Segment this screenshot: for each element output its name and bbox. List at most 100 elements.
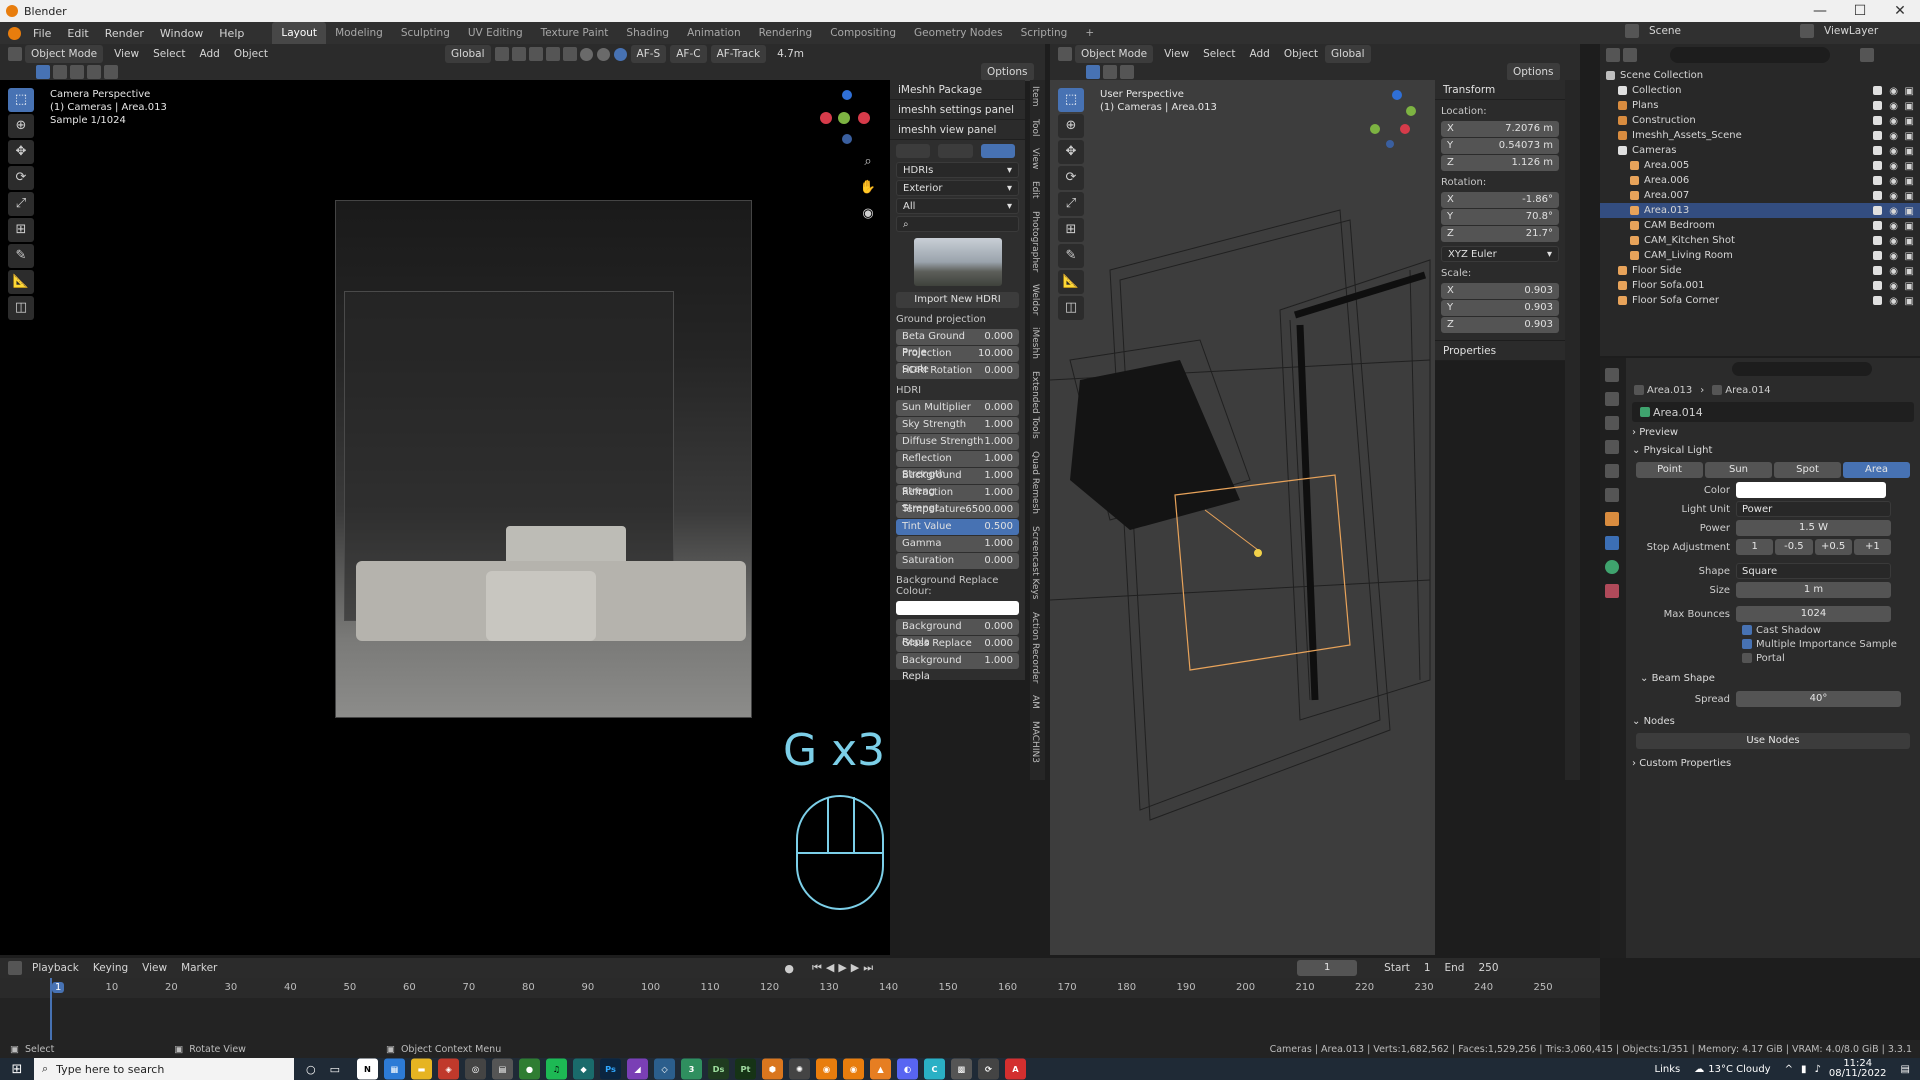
zoom-icon[interactable]: ⌕ <box>855 150 881 174</box>
pivot-icon[interactable] <box>494 47 509 61</box>
start-field[interactable]: 1 <box>1417 962 1438 974</box>
exclude-checkbox[interactable] <box>1873 161 1882 170</box>
exclude-checkbox[interactable] <box>1873 221 1882 230</box>
sidebar-tab-item[interactable]: Item <box>1030 80 1040 113</box>
outliner-row[interactable]: Floor Sofa.001 ◉ ▣ <box>1600 278 1920 293</box>
editor-type-icon[interactable] <box>8 47 22 61</box>
right-menu-add[interactable]: Add <box>1242 48 1276 60</box>
visibility-eye-icon[interactable]: ◉ <box>1889 204 1898 219</box>
maximize-button[interactable]: ☐ <box>1840 0 1880 22</box>
outliner-filter-icon[interactable] <box>1860 48 1874 62</box>
right-select-box-icon[interactable] <box>1086 65 1100 79</box>
imeshh-field[interactable]: Saturation 0.000 <box>896 553 1019 569</box>
workspace-tab-animation[interactable]: Animation <box>678 22 750 44</box>
taskbar-davinci-icon[interactable]: Ds <box>708 1058 730 1080</box>
right-menu-select[interactable]: Select <box>1196 48 1242 60</box>
menu-render[interactable]: Render <box>97 27 152 40</box>
select-subtract-icon[interactable] <box>70 65 84 79</box>
outliner-row[interactable]: Floor Sofa Corner ◉ ▣ <box>1600 293 1920 308</box>
size-field[interactable]: 1 m <box>1736 582 1891 598</box>
outliner-row[interactable]: Area.006 ◉ ▣ <box>1600 173 1920 188</box>
exclude-checkbox[interactable] <box>1873 206 1882 215</box>
sidebar-tab-edit[interactable]: Edit <box>1030 175 1040 204</box>
tool-props-icon[interactable] <box>1605 368 1619 382</box>
left-menu-add[interactable]: Add <box>192 48 226 60</box>
light-color-swatch[interactable] <box>1736 482 1886 498</box>
sidebar-tab-tool[interactable]: Tool <box>1030 113 1040 142</box>
shape-dropdown[interactable]: Square <box>1736 563 1891 579</box>
pan-icon[interactable]: ✋ <box>855 176 881 200</box>
taskbar-spotify-icon[interactable]: ♫ <box>546 1058 568 1080</box>
left-options-dropdown[interactable]: Options <box>981 63 1034 81</box>
taskbar-blender-2-icon[interactable]: ◉ <box>843 1058 865 1080</box>
workspace-tab-scripting[interactable]: Scripting <box>1012 22 1077 44</box>
imeshh-view-panel[interactable]: imeshh view panel <box>890 120 1025 140</box>
timeline-menu-marker[interactable]: Marker <box>174 962 224 974</box>
render-camera-icon[interactable]: ▣ <box>1905 174 1914 189</box>
sidebar-tab-am[interactable]: AM <box>1030 689 1040 715</box>
imeshh-package-panel[interactable]: iMeshh Package <box>890 80 1025 100</box>
stop-button[interactable]: +0.5 <box>1814 539 1852 555</box>
xray-icon[interactable] <box>562 47 577 61</box>
workspace-tab--[interactable]: + <box>1076 22 1103 44</box>
imeshh-field[interactable]: HDRI Rotation 0.000 <box>896 363 1019 379</box>
taskbar-app-red-icon[interactable]: ◈ <box>438 1058 460 1080</box>
light-data-props-icon[interactable] <box>1605 560 1619 574</box>
sidebar-tab-machin3[interactable]: MACHIN3 <box>1030 715 1040 769</box>
mis-checkbox[interactable]: Multiple Importance Sample <box>1742 639 1920 650</box>
weather-widget[interactable]: 13°C Cloudy <box>1708 1064 1770 1075</box>
minimize-button[interactable]: — <box>1800 0 1840 22</box>
hdri-thumbnail[interactable] <box>913 238 1002 286</box>
render-camera-icon[interactable]: ▣ <box>1905 129 1914 144</box>
visibility-eye-icon[interactable]: ◉ <box>1889 159 1898 174</box>
visibility-eye-icon[interactable]: ◉ <box>1889 249 1898 264</box>
light-type-spot[interactable]: Spot <box>1774 462 1841 478</box>
view-layer-props-icon[interactable] <box>1605 440 1619 454</box>
light-type-point[interactable]: Point <box>1636 462 1703 478</box>
timeline-menu-keying[interactable]: Keying <box>86 962 135 974</box>
annotate-tool-icon[interactable]: ✎ <box>8 244 34 268</box>
taskbar-app-gear-icon[interactable]: ✺ <box>789 1058 811 1080</box>
cursor-tool-icon[interactable]: ⊕ <box>8 114 34 138</box>
outliner-row[interactable]: Imeshh_Assets_Scene ◉ ▣ <box>1600 128 1920 143</box>
outliner-row[interactable]: Floor Side ◉ ▣ <box>1600 263 1920 278</box>
datablock-name[interactable]: Area.014 <box>1653 406 1703 419</box>
visibility-eye-icon[interactable]: ◉ <box>1889 219 1898 234</box>
render-camera-icon[interactable]: ▣ <box>1905 144 1914 159</box>
timeline[interactable]: 1 10 20 30 40 50 60 70 80 90 100 110 120 130 140 150 160… <box>0 978 1600 1040</box>
texture-props-icon[interactable] <box>1605 584 1619 598</box>
world-props-icon[interactable] <box>1605 488 1619 502</box>
exclude-checkbox[interactable] <box>1873 281 1882 290</box>
transform-field-x[interactable]: X -1.86° <box>1441 192 1559 208</box>
timeline-editor-icon[interactable] <box>8 961 22 975</box>
portal-checkbox[interactable]: Portal <box>1742 653 1920 664</box>
taskbar-app-purple-icon[interactable]: ◢ <box>627 1058 649 1080</box>
visibility-eye-icon[interactable]: ◉ <box>1889 84 1898 99</box>
outliner-row[interactable]: Area.013 ◉ ▣ <box>1600 203 1920 218</box>
right-select-extend-icon[interactable] <box>1103 65 1117 79</box>
import-hdri-button[interactable]: Import New HDRI <box>896 292 1019 308</box>
imeshh-field[interactable]: Background Streng 1.000 <box>896 468 1019 497</box>
taskbar-painter-icon[interactable]: Pt <box>735 1058 757 1080</box>
use-nodes-button[interactable]: Use Nodes <box>1636 733 1910 749</box>
taskbar-acrobat-icon[interactable]: A <box>1005 1058 1027 1080</box>
workspace-tab-texture-paint[interactable]: Texture Paint <box>532 22 618 44</box>
render-camera-icon[interactable]: ▣ <box>1905 84 1914 99</box>
left-menu-select[interactable]: Select <box>146 48 192 60</box>
light-type-sun[interactable]: Sun <box>1705 462 1772 478</box>
outliner-row[interactable]: Plans ◉ ▣ <box>1600 98 1920 113</box>
imeshh-settings-panel[interactable]: imeshh settings panel <box>890 100 1025 120</box>
imeshh-field[interactable]: Temperature 6500.000 <box>896 502 1019 518</box>
render-camera-icon[interactable]: ▣ <box>1905 294 1914 309</box>
af-s-button[interactable]: AF-S <box>630 45 667 63</box>
sidebar-tab-quad-remesh[interactable]: Quad Remesh <box>1030 445 1040 520</box>
task-view-icon[interactable]: ▭ <box>330 1063 340 1076</box>
select-invert-icon[interactable] <box>87 65 101 79</box>
viewlayer-name[interactable]: ViewLayer <box>1817 25 1885 37</box>
taskbar-search-box[interactable]: ⌕ Type here to search <box>34 1058 294 1080</box>
hdri-type-dropdown[interactable]: Exterior ▾ <box>896 180 1019 196</box>
imeshh-field[interactable]: Tint Value 0.500 <box>896 519 1019 535</box>
render-camera-icon[interactable]: ▣ <box>1905 249 1914 264</box>
rotation-mode-dropdown[interactable]: XYZ Euler ▾ <box>1441 246 1559 262</box>
exclude-checkbox[interactable] <box>1873 266 1882 275</box>
